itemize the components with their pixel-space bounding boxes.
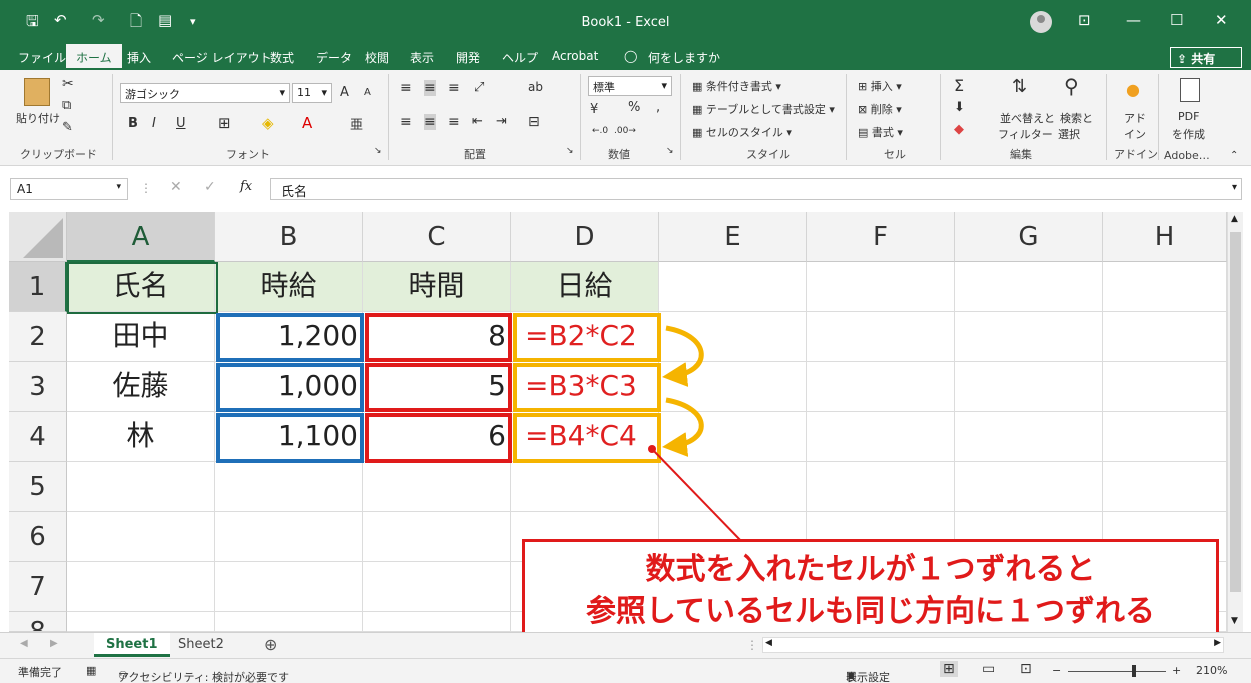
scroll-up-icon[interactable]: ▲ [1231, 214, 1238, 224]
next-sheet-icon[interactable]: ▶ [50, 638, 58, 649]
callout-pointer-dot [648, 445, 656, 453]
horizontal-scrollbar[interactable]: ◀ ▶ [762, 637, 1224, 653]
status-bar: 準備完了 ▦ ⚇ アクセシビリティ: 検討が必要です ▣ 表示設定 ⊞ ▭ ⊡ … [0, 658, 1251, 683]
page-break-view-icon[interactable]: ⊡ [1020, 661, 1032, 677]
page-layout-view-icon[interactable]: ▭ [982, 661, 995, 677]
explanation-callout: 数式を入れたセルが１つずれると 参照しているセルも同じ方向に１つずれる [522, 539, 1219, 639]
macro-record-icon[interactable]: ▦ [86, 664, 96, 677]
callout-line-1: 数式を入れたセルが１つずれると [645, 552, 1096, 587]
zoom-slider[interactable] [1068, 671, 1166, 672]
prev-sheet-icon[interactable]: ◀ [20, 638, 28, 649]
add-sheet-button[interactable]: ⊕ [264, 635, 277, 654]
accessibility-label: アクセシビリティ: 検討が必要です [118, 671, 289, 683]
zoom-out-button[interactable]: − [1052, 664, 1061, 677]
scroll-right-icon[interactable]: ▶ [1214, 638, 1221, 648]
sheet-tab-sheet1[interactable]: Sheet1 [94, 633, 170, 657]
sheet-tab-bar: ◀ ▶ Sheet1 Sheet2 ⊕ ⋮ ◀ ▶ [0, 632, 1251, 658]
normal-view-icon[interactable]: ⊞ [940, 661, 958, 677]
scroll-left-icon[interactable]: ◀ [765, 638, 772, 648]
status-ready: 準備完了 [18, 666, 62, 679]
sheet-tab-sheet2[interactable]: Sheet2 [166, 633, 236, 657]
shift-arrow-icon [662, 397, 704, 457]
display-settings-label: 表示設定 [846, 671, 890, 683]
vertical-scrollbar[interactable]: ▲ ▼ [1227, 212, 1243, 632]
zoom-level[interactable]: 210% [1196, 664, 1227, 677]
zoom-slider-thumb[interactable] [1132, 665, 1136, 677]
zoom-in-button[interactable]: + [1172, 664, 1181, 677]
tab-split-handle[interactable]: ⋮ [746, 638, 758, 652]
scroll-down-icon[interactable]: ▼ [1231, 616, 1238, 626]
callout-line-2: 参照しているセルも同じ方向に１つずれる [585, 594, 1156, 629]
vertical-scroll-thumb[interactable] [1230, 232, 1241, 592]
shift-arrow-icon [662, 325, 704, 387]
callout-pointer-line [651, 448, 743, 543]
